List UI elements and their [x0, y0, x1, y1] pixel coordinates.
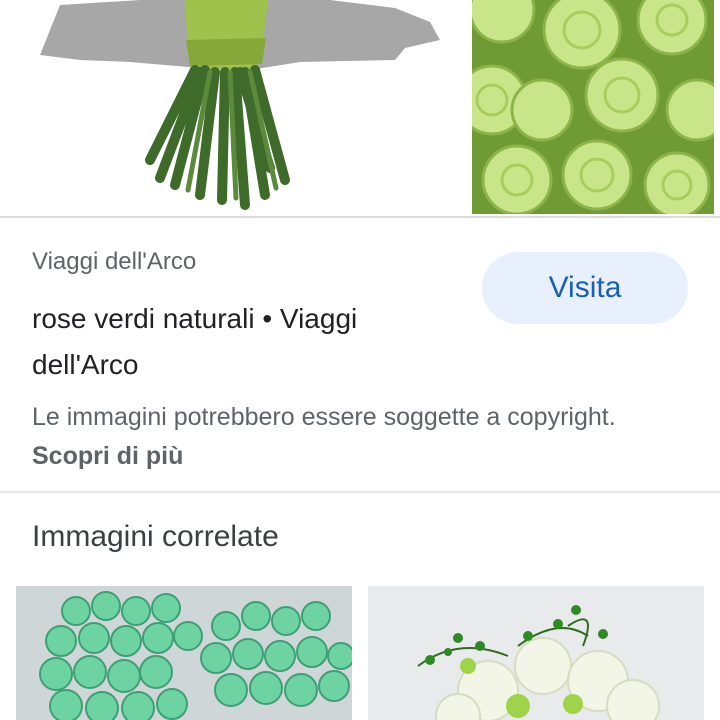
result-title[interactable]: rose verdi naturali • Viaggi dell'Arco — [32, 296, 452, 388]
side-preview-image[interactable] — [472, 0, 714, 214]
copyright-text: Le immagini potrebbero essere soggette a… — [32, 403, 616, 431]
copyright-notice: Le immagini potrebbero essere soggette a… — [32, 398, 632, 476]
image-preview-strip — [0, 0, 720, 218]
source-name[interactable]: Viaggi dell'Arco — [32, 248, 196, 276]
related-image-2[interactable] — [368, 586, 704, 720]
related-image-1[interactable] — [16, 586, 352, 720]
visit-button[interactable]: Visita — [482, 252, 688, 324]
section-divider — [0, 491, 720, 493]
preview-divider — [0, 216, 720, 218]
related-images-heading: Immagini correlate — [32, 520, 279, 553]
main-preview-image[interactable] — [0, 0, 468, 216]
learn-more-link[interactable]: Scopri di più — [32, 442, 183, 470]
